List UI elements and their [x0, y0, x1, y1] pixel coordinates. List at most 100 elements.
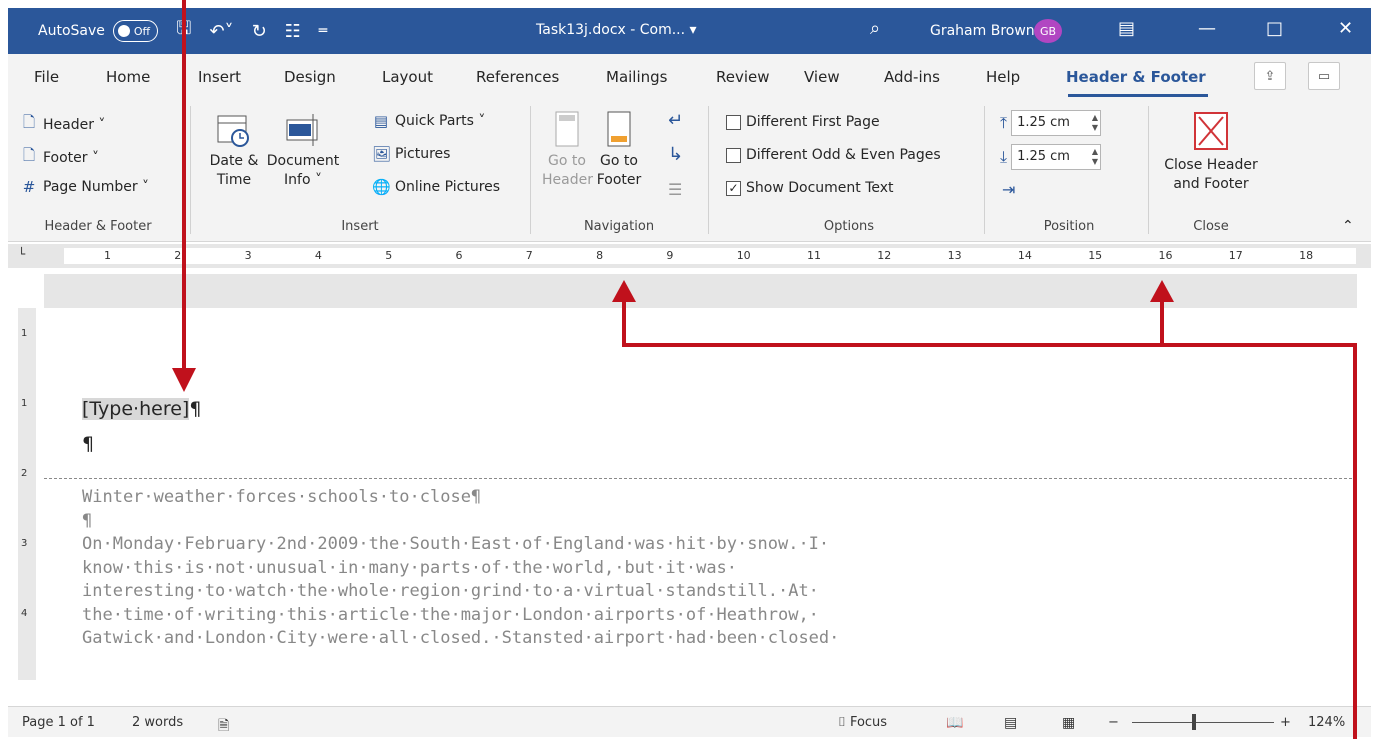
- tab-file[interactable]: File: [34, 68, 59, 86]
- go-to-header-button[interactable]: Go to Header: [542, 110, 593, 190]
- tab-layout[interactable]: Layout: [382, 68, 433, 86]
- show-document-text-checkbox[interactable]: ✓ Show Document Text: [726, 180, 894, 196]
- pictures-button[interactable]: 🖼 Pictures: [372, 145, 450, 163]
- body-line[interactable]: interesting·to·watch·the·whole·region·gr…: [82, 580, 839, 604]
- footer-button[interactable]: 🗋 Footer ˅: [20, 145, 99, 170]
- zoom-level[interactable]: 124%: [1308, 715, 1345, 730]
- customize-qat-icon[interactable]: ═: [319, 23, 327, 39]
- horizontal-ruler[interactable]: └ 1 2 3 4 5 6 7 8 9 10 11 12 13 14 15 16 17 18: [8, 244, 1371, 268]
- group-label-options: Options: [823, 219, 875, 234]
- maximize-icon[interactable]: □: [1266, 18, 1283, 39]
- date-time-button[interactable]: Date & Time: [204, 110, 264, 190]
- save-icon[interactable]: 🖫: [176, 16, 191, 46]
- print-layout-icon[interactable]: ▤: [1004, 715, 1017, 731]
- body-line[interactable]: Gatwick·and·London·City·were·all·closed.…: [82, 627, 839, 651]
- header-button[interactable]: 🗋 Header ˅: [20, 112, 105, 137]
- tab-design[interactable]: Design: [284, 68, 336, 86]
- body-line[interactable]: ¶: [82, 510, 839, 534]
- autosave-toggle[interactable]: Off: [112, 20, 159, 42]
- spinner-arrows-icon[interactable]: ▲ ▼: [1092, 113, 1098, 133]
- body-line[interactable]: On·Monday·February·2nd·2009·the·South·Ea…: [82, 533, 839, 557]
- avatar[interactable]: GB: [1034, 19, 1062, 43]
- footer-from-bottom-spinner[interactable]: ⤓ 1.25 cm ▲ ▼: [1000, 144, 1102, 170]
- search-icon[interactable]: ⌕: [870, 18, 880, 39]
- proofing-icon[interactable]: 🗎: [218, 715, 229, 739]
- tab-selector-icon[interactable]: └: [18, 247, 32, 263]
- document-info-button[interactable]: Document Info ˅: [264, 110, 342, 190]
- tab-help[interactable]: Help: [986, 68, 1020, 86]
- document-canvas[interactable]: 11234 [Type·here]¶ ¶ Winter·weather·forc…: [8, 268, 1371, 680]
- body-line[interactable]: Winter·weather·forces·schools·to·close¶: [82, 486, 839, 510]
- ruler-mark-12: 12: [877, 249, 892, 262]
- footer-position-icon: ⤓: [1000, 147, 1008, 166]
- document-title[interactable]: Task13j.docx - Com... ▾: [536, 22, 697, 38]
- autosave-control: AutoSave Off: [38, 20, 159, 42]
- show-document-text-label: Show Document Text: [746, 180, 894, 196]
- checkmark-icon: ✓: [726, 180, 741, 196]
- tab-review[interactable]: Review: [716, 68, 770, 86]
- body-line[interactable]: know·this·is·not·unusual·in·many·parts·o…: [82, 557, 839, 581]
- zoom-in-icon[interactable]: +: [1280, 715, 1291, 730]
- page-number-button[interactable]: # Page Number ˅: [20, 178, 149, 196]
- vruler-mark: 3: [21, 538, 28, 549]
- tab-header-footer[interactable]: Header & Footer: [1066, 68, 1206, 86]
- ruler-mark-16: 16: [1158, 249, 1173, 262]
- close-icon[interactable]: ✕: [1338, 18, 1353, 39]
- pictures-icon: 🖼: [372, 145, 392, 163]
- undo-icon[interactable]: ↶˅: [209, 21, 233, 42]
- tab-insert[interactable]: Insert: [198, 68, 241, 86]
- link-to-previous-icon[interactable]: ☰: [668, 180, 682, 199]
- go-to-footer-button[interactable]: Go to Footer: [594, 110, 644, 190]
- checkbox-box: [726, 114, 741, 130]
- close-header-footer-button[interactable]: Close Header and Footer: [1156, 110, 1266, 194]
- header-content[interactable]: [Type·here]¶: [82, 398, 201, 420]
- read-mode-icon[interactable]: 📖: [946, 715, 963, 731]
- ruler-mark-8: 8: [596, 249, 604, 262]
- spinner-arrows-icon[interactable]: ▲ ▼: [1092, 147, 1098, 167]
- different-first-page-checkbox[interactable]: Different First Page: [726, 114, 880, 130]
- focus-button[interactable]: ⌷ Focus: [838, 715, 887, 730]
- minimize-icon[interactable]: —: [1198, 18, 1216, 39]
- org-chart-icon[interactable]: ☷: [285, 21, 301, 42]
- zoom-slider-track[interactable]: [1132, 722, 1274, 723]
- page-count[interactable]: Page 1 of 1: [22, 715, 95, 730]
- ruler-mark-15: 15: [1088, 249, 1103, 262]
- group-divider: [190, 106, 191, 234]
- word-count[interactable]: 2 words: [132, 715, 183, 730]
- comments-icon[interactable]: ▭: [1308, 62, 1340, 90]
- different-odd-even-checkbox[interactable]: Different Odd & Even Pages: [726, 147, 941, 163]
- previous-section-icon[interactable]: ↵: [668, 110, 683, 131]
- ruler-mark-17: 17: [1228, 249, 1243, 262]
- collapse-ribbon-icon[interactable]: ⌃: [1342, 218, 1354, 234]
- body-text[interactable]: Winter·weather·forces·schools·to·close¶ ¶…: [82, 486, 839, 651]
- header-placeholder[interactable]: [Type·here]: [82, 398, 190, 420]
- group-divider: [530, 106, 531, 234]
- header-from-top-input[interactable]: 1.25 cm ▲ ▼: [1011, 110, 1102, 136]
- tab-mailings[interactable]: Mailings: [606, 68, 667, 86]
- header-from-top-spinner[interactable]: ⤒ 1.25 cm ▲ ▼: [1000, 110, 1102, 136]
- tab-view[interactable]: View: [804, 68, 840, 86]
- vertical-ruler[interactable]: 1 1 2 3 4: [18, 308, 36, 680]
- body-line[interactable]: the·time·of·writing·this·article·the·maj…: [82, 604, 839, 628]
- redo-icon[interactable]: ↻: [252, 21, 267, 42]
- quick-parts-button[interactable]: ▤ Quick Parts ˅: [372, 112, 486, 130]
- page-number-icon: #: [22, 178, 36, 196]
- web-layout-icon[interactable]: ▦: [1062, 715, 1075, 731]
- online-pictures-button[interactable]: 🌐 Online Pictures: [372, 178, 500, 196]
- ruler-mark-14: 14: [1017, 249, 1032, 262]
- tab-home[interactable]: Home: [106, 68, 150, 86]
- ruler-mark-13: 13: [947, 249, 962, 262]
- user-name[interactable]: Graham Brown: [930, 23, 1035, 39]
- footer-from-bottom-input[interactable]: 1.25 cm ▲ ▼: [1011, 144, 1102, 170]
- zoom-out-icon[interactable]: −: [1108, 715, 1119, 730]
- ruler-mark-5: 5: [385, 249, 393, 262]
- ribbon-display-icon[interactable]: ▤: [1118, 18, 1135, 39]
- next-section-icon[interactable]: ↳: [668, 144, 683, 165]
- insert-alignment-tab-icon[interactable]: ⇥: [1002, 180, 1015, 199]
- tab-add-ins[interactable]: Add-ins: [884, 68, 940, 86]
- share-icon[interactable]: ⇪: [1254, 62, 1286, 90]
- zoom-slider-thumb[interactable]: [1192, 714, 1196, 730]
- checkbox-box: [726, 147, 741, 163]
- tab-references[interactable]: References: [476, 68, 559, 86]
- pilcrow: ¶: [189, 398, 202, 420]
